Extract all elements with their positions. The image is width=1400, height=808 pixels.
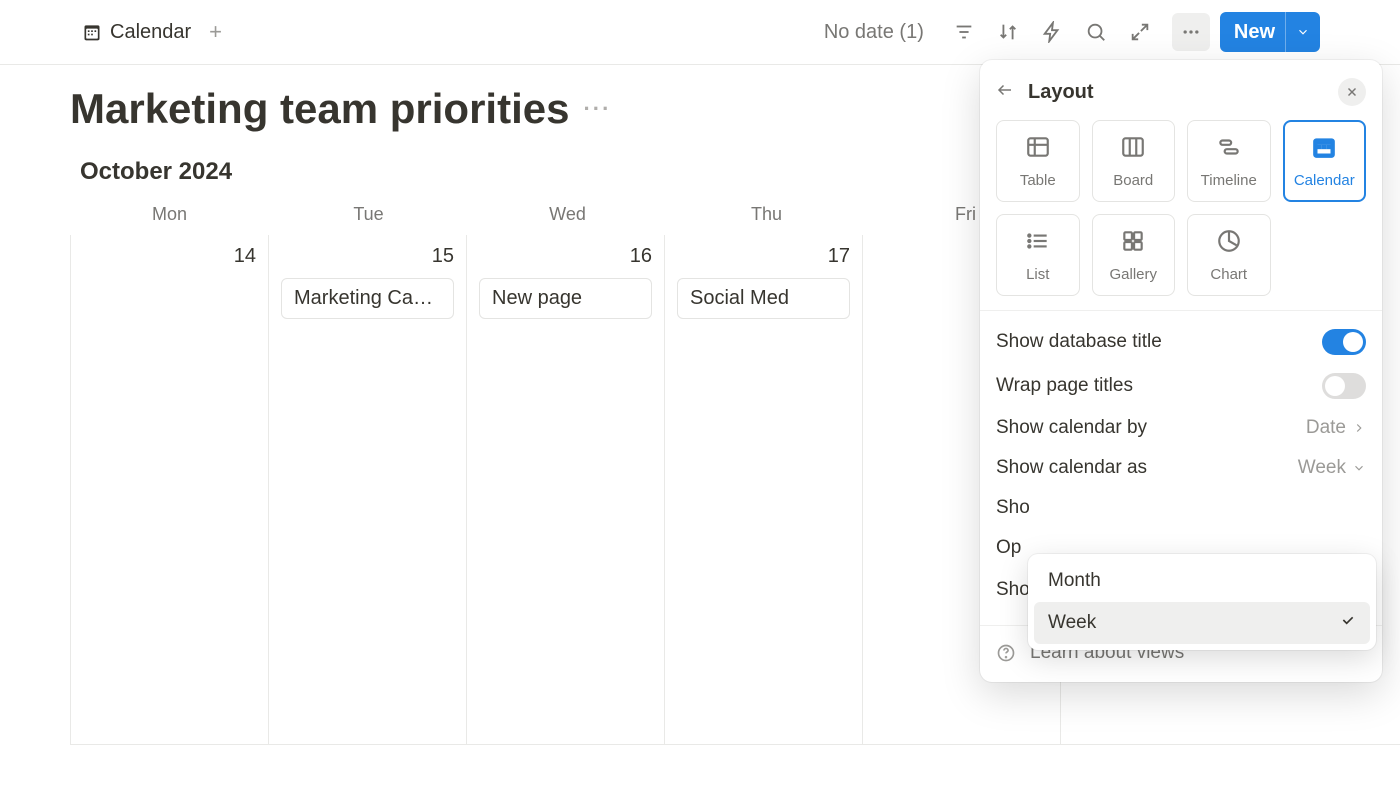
chevron-right-icon (1352, 421, 1366, 435)
add-view-button[interactable]: + (209, 19, 222, 45)
table-icon (1025, 134, 1051, 164)
dots-icon (1181, 22, 1201, 42)
layout-option-label: Table (1020, 172, 1056, 189)
setting-label: Sho (996, 497, 1366, 519)
chevron-down-icon (1296, 25, 1310, 39)
dropdown-option-month[interactable]: Month (1034, 560, 1370, 602)
calendar-cell[interactable]: 16 New page (467, 235, 665, 744)
setting-show-calendar-by[interactable]: Show calendar by Date (996, 417, 1366, 439)
new-button-dropdown[interactable] (1285, 12, 1320, 52)
setting-show-db-title[interactable]: Show database title (996, 329, 1366, 355)
layout-option-label: Board (1113, 172, 1153, 189)
event-card[interactable]: Marketing Cam… (281, 278, 454, 319)
layout-option-timeline[interactable]: Timeline (1187, 120, 1271, 202)
new-button-label: New (1234, 21, 1285, 44)
layout-option-label: Chart (1210, 266, 1247, 283)
layout-option-calendar[interactable]: Calendar (1283, 120, 1367, 202)
popover-title: Layout (1028, 81, 1324, 104)
check-icon (1340, 612, 1356, 634)
setting-value: Date (1306, 417, 1366, 439)
dropdown-option-week[interactable]: Week (1034, 602, 1370, 644)
gallery-icon (1120, 228, 1146, 258)
popover-close-button[interactable] (1338, 78, 1366, 106)
timeline-icon (1216, 134, 1242, 164)
calendar-cell[interactable]: 17 Social Med (665, 235, 863, 744)
search-icon[interactable] (1085, 21, 1107, 43)
cell-date: 17 (677, 245, 850, 268)
calendar-as-dropdown: Month Week (1028, 554, 1376, 650)
calendar-icon (82, 22, 102, 42)
event-card[interactable]: New page (479, 278, 652, 319)
cell-date: 16 (479, 245, 652, 268)
cell-date: 15 (281, 245, 454, 268)
toolbar: Calendar + No date (1) New (0, 0, 1400, 65)
setting-value: Week (1298, 457, 1366, 479)
chart-icon (1216, 228, 1242, 258)
no-date-filter[interactable]: No date (1) (824, 21, 924, 44)
chevron-down-icon (1352, 461, 1366, 475)
setting-label: Show database title (996, 331, 1322, 353)
dropdown-option-label: Month (1048, 570, 1101, 592)
sort-icon[interactable] (997, 21, 1019, 43)
list-icon (1025, 228, 1051, 258)
view-tab-calendar[interactable]: Calendar (80, 19, 193, 46)
popover-back-button[interactable] (996, 81, 1014, 104)
filter-icon[interactable] (953, 21, 975, 43)
toggle[interactable] (1322, 373, 1366, 399)
setting-label: Show calendar by (996, 417, 1306, 439)
cell-date: 14 (83, 245, 256, 268)
layout-option-board[interactable]: Board (1092, 120, 1176, 202)
automations-icon[interactable] (1041, 21, 1063, 43)
toggle[interactable] (1322, 329, 1366, 355)
setting-label: Show calendar as (996, 457, 1298, 479)
setting-wrap-titles[interactable]: Wrap page titles (996, 373, 1366, 399)
day-header: Mon (70, 204, 269, 225)
new-button[interactable]: New (1220, 12, 1320, 52)
layout-option-label: Calendar (1294, 172, 1355, 189)
day-header: Thu (667, 204, 866, 225)
layout-option-label: List (1026, 266, 1049, 283)
board-icon (1120, 134, 1146, 164)
expand-icon[interactable] (1129, 21, 1151, 43)
title-more-icon[interactable]: ··· (583, 96, 611, 122)
close-icon (1345, 85, 1359, 99)
help-icon (996, 643, 1016, 663)
calendar-cell[interactable]: 15 Marketing Cam… (269, 235, 467, 744)
layout-option-label: Gallery (1109, 266, 1157, 283)
more-options-button[interactable] (1172, 13, 1210, 51)
day-header: Wed (468, 204, 667, 225)
month-label: October 2024 (80, 158, 992, 186)
calendar-cell[interactable]: 14 (71, 235, 269, 744)
layout-option-chart[interactable]: Chart (1187, 214, 1271, 296)
layout-option-table[interactable]: Table (996, 120, 1080, 202)
layout-popover: Layout Table Board Timeline Calendar Lis… (980, 60, 1382, 682)
layout-option-label: Timeline (1201, 172, 1257, 189)
day-header: Tue (269, 204, 468, 225)
calendar-icon (1311, 134, 1337, 164)
layout-option-list[interactable]: List (996, 214, 1080, 296)
view-tab-label: Calendar (110, 21, 191, 44)
event-card[interactable]: Social Med (677, 278, 850, 319)
setting-partial-sho[interactable]: Sho (996, 497, 1366, 519)
dropdown-option-label: Week (1048, 612, 1096, 634)
layout-option-gallery[interactable]: Gallery (1092, 214, 1176, 296)
setting-show-calendar-as[interactable]: Show calendar as Week (996, 457, 1366, 479)
setting-label: Wrap page titles (996, 375, 1322, 397)
page-title-text[interactable]: Marketing team priorities (70, 85, 569, 133)
